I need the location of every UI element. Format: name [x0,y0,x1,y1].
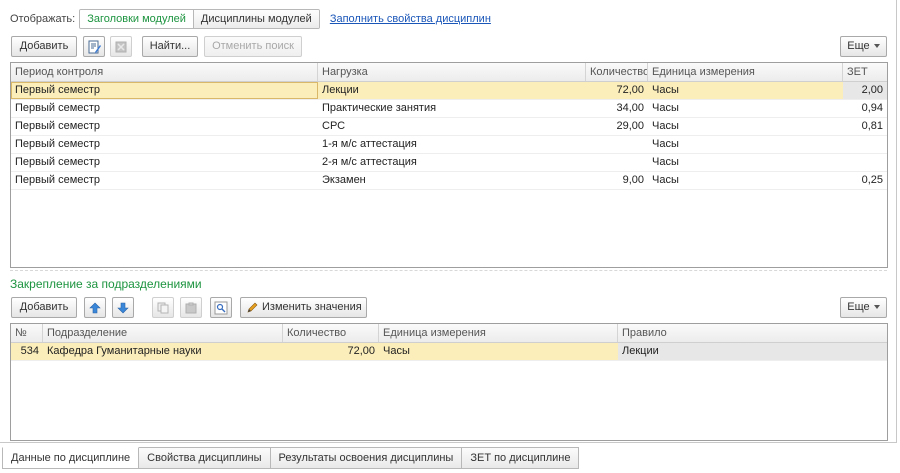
section-title: Закрепление за подразделениями [10,277,202,291]
cell-unit[interactable]: Часы [648,100,843,117]
change-values-button[interactable]: Изменить значения [240,297,367,318]
paste-icon [185,302,197,313]
tab-discipline-properties[interactable]: Свойства дисциплины [139,447,271,469]
splitter[interactable] [10,270,887,271]
pencil-icon [247,302,258,313]
add-button[interactable]: Добавить [11,36,77,57]
cell-quantity[interactable]: 34,00 [586,100,648,117]
find-in-list-icon [214,301,228,314]
delete-record-button[interactable] [110,36,132,57]
cell-quantity[interactable]: 29,00 [586,118,648,135]
move-down-button[interactable] [112,297,134,318]
more-label-2: Еще [847,301,870,313]
copy-icon [157,302,169,313]
departments-table[interactable]: № Подразделение Количество Единица измер… [10,323,888,441]
table-row[interactable]: Первый семестр Лекции 72,00 Часы 2,00 [11,82,887,100]
table-row[interactable]: Первый семестр Экзамен 9,00 Часы 0,25 [11,172,887,190]
cell-load[interactable]: Экзамен [318,172,586,189]
change-values-label: Изменить значения [262,301,362,313]
more-button-2[interactable]: Еще [840,297,887,318]
header-quantity[interactable]: Количество [586,63,648,81]
tab-learning-results[interactable]: Результаты освоения дисциплины [270,447,463,469]
table-row[interactable]: Первый семестр 2-я м/с аттестация Часы [11,154,887,172]
cell-quantity[interactable] [586,136,648,153]
tab-zet[interactable]: ЗЕТ по дисциплине [462,447,580,469]
cell-period[interactable]: Первый семестр [11,100,318,117]
cell-period[interactable]: Первый семестр [11,118,318,135]
header-department[interactable]: Подразделение [43,324,283,342]
cell-zet[interactable] [843,136,887,153]
load-table[interactable]: Период контроля Нагрузка Количество Един… [10,62,888,268]
add-department-button[interactable]: Добавить [11,297,77,318]
display-row: Отображать: Заголовки модулей Дисциплины… [10,9,491,29]
cell-load[interactable]: Практические занятия [318,100,586,117]
delete-mark-icon [115,41,127,52]
cell-period[interactable]: Первый семестр [11,136,318,153]
find-button[interactable]: Найти... [142,36,198,57]
cell-quantity[interactable]: 72,00 [283,343,379,360]
cell-zet[interactable] [843,154,887,171]
table-row[interactable]: Первый семестр Практические занятия 34,0… [11,100,887,118]
cell-load[interactable]: 1-я м/с аттестация [318,136,586,153]
table-row[interactable]: Первый семестр 1-я м/с аттестация Часы [11,136,887,154]
cell-load[interactable]: 2-я м/с аттестация [318,154,586,171]
select-department-button[interactable] [210,297,232,318]
more-button[interactable]: Еще [840,36,887,57]
display-label: Отображать: [10,13,76,25]
header-load[interactable]: Нагрузка [318,63,586,81]
arrow-up-icon [89,302,101,313]
arrow-down-icon [117,302,129,313]
cell-department[interactable]: Кафедра Гуманитарные науки [43,343,283,360]
header-quantity[interactable]: Количество [283,324,379,342]
header-zet[interactable]: ЗЕТ [843,63,887,81]
cancel-search-button[interactable]: Отменить поиск [204,36,302,57]
cell-zet[interactable]: 0,25 [843,172,887,189]
cell-unit[interactable]: Часы [648,172,843,189]
header-unit[interactable]: Единица измерения [648,63,843,81]
cell-unit[interactable]: Часы [648,118,843,135]
fill-discipline-properties-link[interactable]: Заполнить свойства дисциплин [330,13,491,25]
module-disciplines-toggle[interactable]: Дисциплины модулей [193,10,319,28]
cell-period[interactable]: Первый семестр [11,172,318,189]
cell-quantity[interactable] [586,154,648,171]
cell-unit[interactable]: Часы [648,82,843,99]
header-unit[interactable]: Единица измерения [379,324,618,342]
cell-zet[interactable]: 0,94 [843,100,887,117]
cell-zet[interactable]: 2,00 [843,82,887,99]
cell-unit[interactable]: Часы [648,154,843,171]
cell-load[interactable]: СРС [318,118,586,135]
tab-discipline-data[interactable]: Данные по дисциплине [2,447,140,469]
header-number[interactable]: № [11,324,43,342]
move-up-button[interactable] [84,297,106,318]
chevron-down-icon [873,305,880,310]
cell-quantity[interactable]: 72,00 [586,82,648,99]
paste-button[interactable] [180,297,202,318]
copy-button[interactable] [152,297,174,318]
cell-load[interactable]: Лекции [318,82,586,99]
header-rule[interactable]: Правило [618,324,887,342]
cell-zet[interactable]: 0,81 [843,118,887,135]
cell-period[interactable]: Первый семестр [11,82,318,99]
bottom-tabs: Данные по дисциплине Свойства дисциплины… [2,447,580,469]
edit-document-icon [88,40,101,53]
cell-rule[interactable]: Лекции [618,343,887,360]
chevron-down-icon [873,44,880,49]
edit-record-button[interactable] [83,36,105,57]
table-row[interactable]: 534 Кафедра Гуманитарные науки 72,00 Час… [11,343,887,361]
departments-table-header: № Подразделение Количество Единица измер… [11,324,887,343]
cell-quantity[interactable]: 9,00 [586,172,648,189]
cell-unit[interactable]: Часы [648,136,843,153]
module-headers-toggle[interactable]: Заголовки модулей [80,10,194,28]
table-row[interactable]: Первый семестр СРС 29,00 Часы 0,81 [11,118,887,136]
header-control-period[interactable]: Период контроля [11,63,318,81]
display-switch: Заголовки модулей Дисциплины модулей [79,9,320,29]
cell-unit[interactable]: Часы [379,343,618,360]
more-label: Еще [847,40,870,52]
cell-period[interactable]: Первый семестр [11,154,318,171]
load-table-header: Период контроля Нагрузка Количество Един… [11,63,887,82]
cell-number[interactable]: 534 [11,343,43,360]
